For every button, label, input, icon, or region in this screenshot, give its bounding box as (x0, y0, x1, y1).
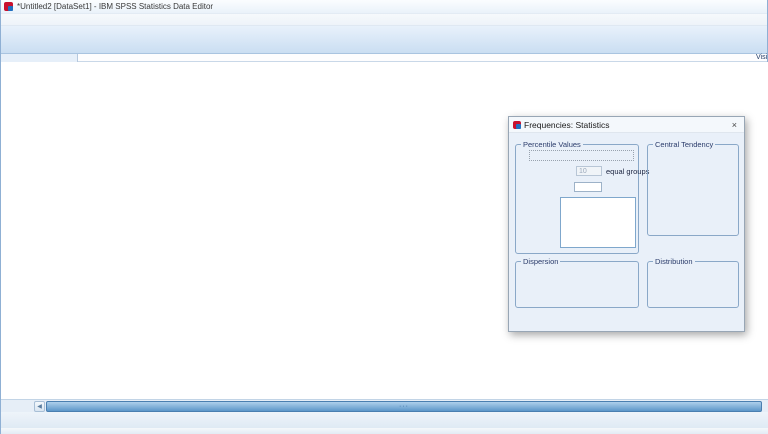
dialog-title: Frequencies: Statistics (524, 119, 610, 130)
visible-variables-info: Visi (756, 54, 768, 61)
frequencies-statistics-dialog: Frequencies: Statistics × Percentile Val… (508, 116, 745, 332)
spss-app-icon (4, 2, 13, 11)
cell-edit-bar: Visi (1, 54, 767, 62)
percentiles-input[interactable] (574, 182, 602, 192)
percentile-values-group-title: Percentile Values (521, 140, 583, 149)
dialog-close-icon[interactable]: × (729, 120, 740, 130)
spss-window: { "window": { "title": "*Untitled2 [Data… (0, 0, 768, 434)
toolbar (1, 26, 767, 54)
horizontal-scrollbar[interactable]: ◀ ··· (1, 399, 768, 412)
scroll-left-arrow[interactable]: ◀ (34, 401, 45, 412)
distribution-group-title: Distribution (653, 257, 695, 266)
scrollbar-thumb[interactable]: ··· (46, 401, 762, 412)
view-tabs-bar (1, 412, 768, 428)
dialog-title-bar[interactable]: Frequencies: Statistics × (509, 117, 744, 133)
percentiles-listbox[interactable] (560, 197, 636, 248)
percentile-values-group: Percentile Values 10 equal groups (515, 140, 649, 254)
status-bar (1, 428, 768, 434)
window-title-bar: *Untitled2 [DataSet1] - IBM SPSS Statist… (1, 0, 767, 14)
cell-reference-box[interactable] (1, 54, 78, 62)
window-title: *Untitled2 [DataSet1] - IBM SPSS Statist… (17, 2, 214, 11)
quartiles-focus-rect (529, 150, 634, 161)
dispersion-group-title: Dispersion (521, 257, 561, 266)
dispersion-group: Dispersion (515, 257, 639, 308)
central-tendency-group: Central Tendency (647, 140, 739, 236)
equal-groups-label: equal groups (606, 167, 650, 176)
menu-bar (1, 14, 767, 26)
dialog-icon (513, 120, 521, 129)
distribution-group: Distribution (647, 257, 739, 308)
scrollbar-grip: ··· (399, 403, 409, 410)
cut-points-input[interactable]: 10 (576, 166, 602, 176)
central-tendency-group-title: Central Tendency (653, 140, 716, 149)
